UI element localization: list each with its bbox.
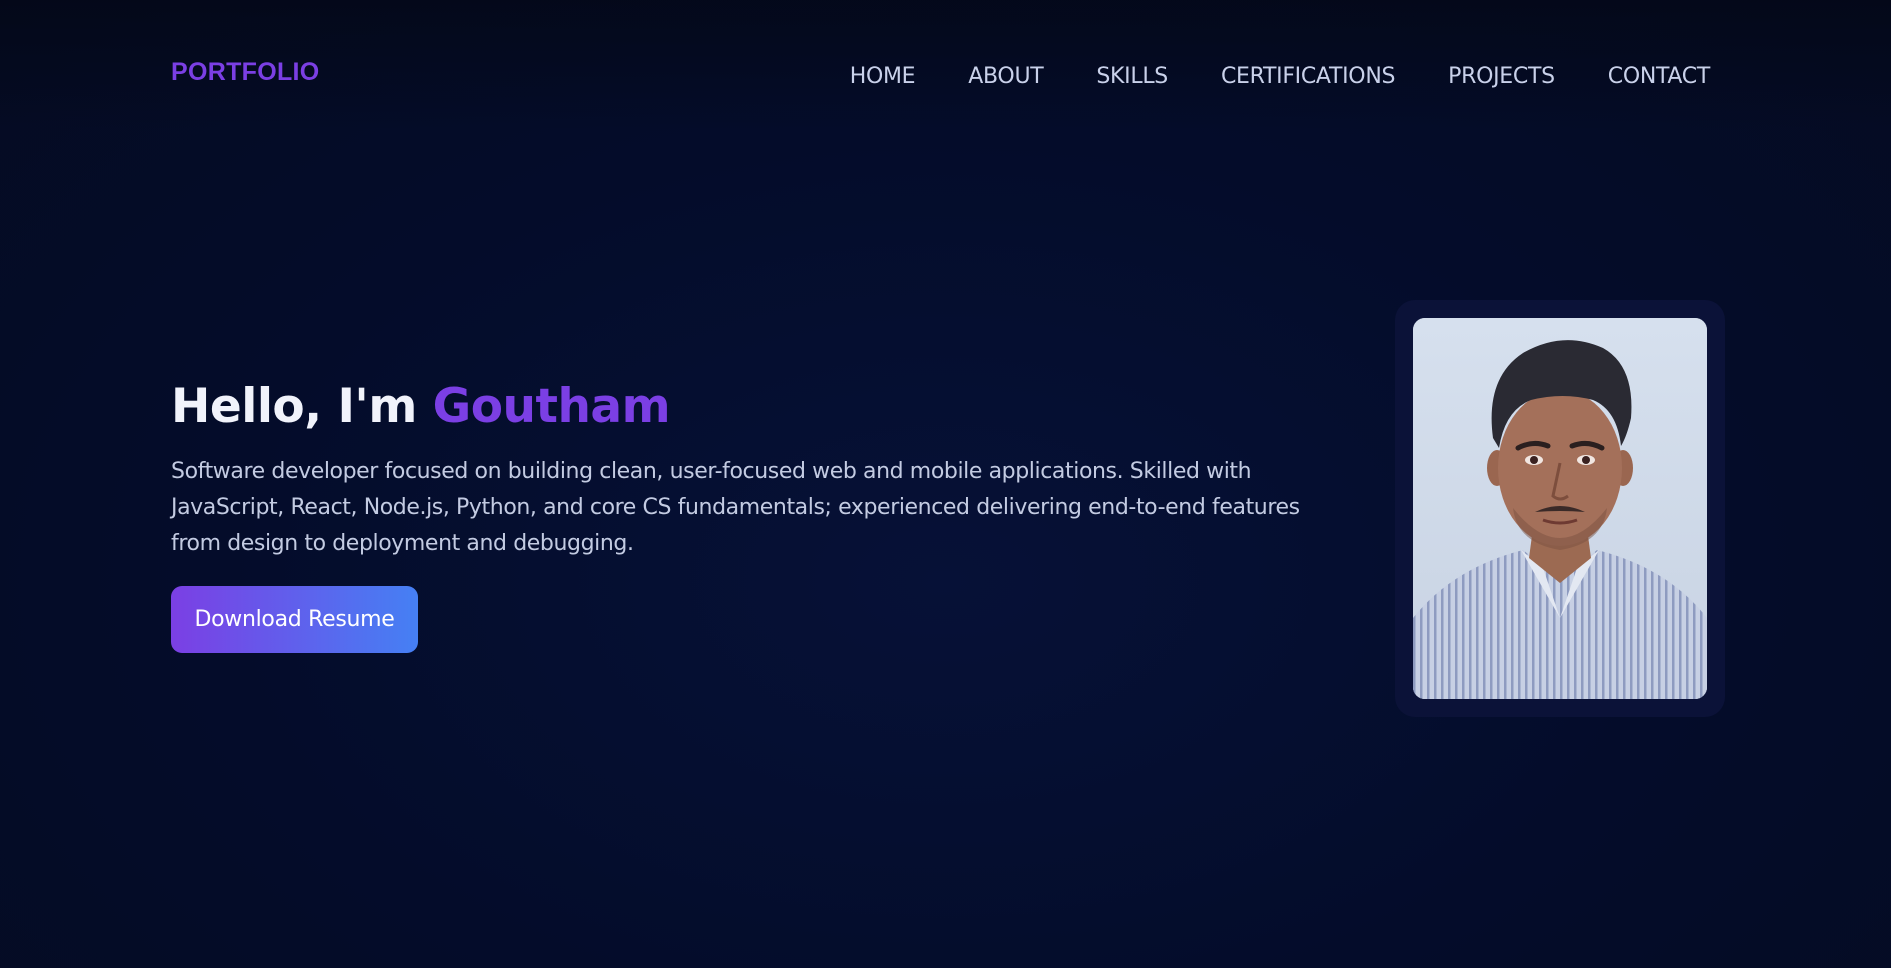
site-logo[interactable]: PORTFOLIO [171,58,320,87]
nav-contact[interactable]: CONTACT [1608,64,1711,89]
site-header: PORTFOLIO HOME ABOUT SKILLS CERTIFICATIO… [0,0,1891,130]
nav-about[interactable]: ABOUT [968,64,1043,89]
hero-section: Hello, I'm Goutham Software developer fo… [171,378,1371,653]
profile-portrait-illustration [1413,318,1707,699]
hero-heading: Hello, I'm Goutham [171,378,1371,436]
hero-description: Software developer focused on building c… [171,459,1300,556]
nav-projects[interactable]: PROJECTS [1448,64,1555,89]
download-resume-button[interactable]: Download Resume [171,586,418,653]
main-nav: HOME ABOUT SKILLS CERTIFICATIONS PROJECT… [850,64,1711,89]
nav-home[interactable]: HOME [850,64,916,89]
profile-photo [1413,318,1707,699]
hero-name: Goutham [432,379,671,434]
nav-certifications[interactable]: CERTIFICATIONS [1221,64,1395,89]
profile-photo-card [1395,300,1725,717]
nav-skills[interactable]: SKILLS [1096,64,1168,89]
hero-greeting: Hello, I'm [171,379,433,434]
